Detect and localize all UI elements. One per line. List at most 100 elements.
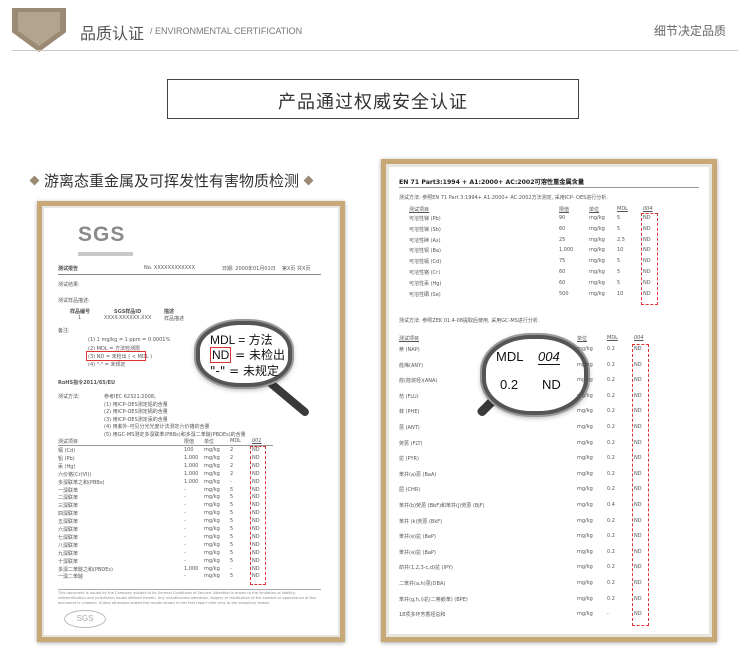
method-line: (5) 用GC-MS测定多溴联苯(PBBs)和多溴二苯醚(PBDEs)的含量 (104, 431, 246, 438)
table-cell: ND (643, 247, 651, 254)
table-cell: 0.2 (607, 377, 615, 384)
table-cell: 六价铬(Cr(VI)) (58, 471, 92, 478)
magnifier-lens: MDL 004 0.2 ND (482, 335, 588, 415)
table-cell: 三溴联苯 (58, 503, 79, 510)
section-label-text: 游离态重金属及可挥发性有害物质检测 (44, 172, 300, 190)
diamond-icon (29, 175, 40, 186)
table-cell: ND (634, 611, 642, 618)
table-cell: ND (634, 408, 642, 415)
table-cell: mg/kg (589, 290, 605, 297)
right-certificate-paper: EN 71 Part3:1994 + A1:2000+ AC:2002可溶性重金… (389, 167, 709, 634)
right-method-2: 测试方法: 参照ZEK 01.4-08提取后使用, 采用GC-MS进行分析. (399, 318, 540, 324)
table-cell: ND (634, 361, 642, 368)
table-cell: 二溴联苯 (58, 495, 79, 502)
table-cell: ND (252, 470, 260, 477)
table-cell: ND (643, 279, 651, 286)
table-cell: mg/kg (577, 470, 593, 477)
table-cell: 25 (559, 236, 566, 243)
sample-desc-label: 测试样品描述: (58, 298, 90, 304)
table-cell: - (184, 510, 186, 517)
table-cell: 5 (230, 549, 234, 556)
table-cell: mg/kg (204, 494, 220, 501)
table-cell: mg/kg (204, 462, 220, 469)
method-line: 参考IEC 62321:2008。 (104, 394, 160, 400)
sgs-logo: SGS (78, 223, 126, 246)
method-line: (4) 用紫外-可见分光光度计法测定六价铬的含量 (104, 424, 210, 430)
right-certificate-frame: EN 71 Part3:1994 + A1:2000+ AC:2002可溶性重金… (381, 159, 717, 642)
table-cell: 5 (230, 502, 234, 509)
table-cell: mg/kg (204, 447, 220, 453)
table-header: 001 (252, 438, 262, 444)
table-cell: ND (252, 565, 260, 572)
table-cell: 五溴联苯 (58, 519, 79, 526)
table-cell: 九溴联苯 (58, 550, 79, 557)
table-cell: 苯并 (k)荧蒽 (BkF) (399, 518, 443, 525)
table-cell: 1,000 (184, 454, 199, 461)
table-cell: 0.2 (607, 517, 615, 524)
table-cell: 0.2 (607, 580, 615, 586)
table-cell: ND (634, 580, 642, 586)
table-cell: 100 (184, 447, 194, 453)
table-cell: ND (252, 541, 260, 548)
table-cell: mg/kg (577, 392, 593, 399)
table-cell: ND (634, 392, 642, 399)
right-method-1: 测试方法: 参照EN 71 Part 3:1994+ A1:2000+ AC:2… (399, 195, 608, 201)
table-cell: 0.2 (607, 455, 615, 462)
table-header: 004 (634, 335, 644, 341)
table-header: MDL (607, 335, 618, 341)
table-cell: 镉 (Cd) (58, 448, 76, 454)
table-cell: 苯并(e)芘 (BeP) (399, 534, 436, 541)
table-cell: mg/kg (204, 533, 220, 540)
table-cell: 5 (230, 518, 234, 525)
table-cell: ND (634, 346, 642, 352)
table-cell: 二苯并(a,h)蒽(DBA) (399, 581, 446, 587)
left-certificate-frame: SGS 测试报告 No. XXXXXXXXXXXX 日期: 2000年01月01… (37, 201, 345, 642)
table-cell: 荧蒽 (FLT) (399, 440, 423, 447)
table-cell: 汞 (Hg) (58, 463, 76, 470)
table-cell: mg/kg (204, 526, 220, 532)
table-cell: - (184, 541, 186, 548)
headline-text: 产品通过权威安全认证 (278, 92, 468, 113)
table-cell: 60 (559, 269, 566, 275)
table-cell: 1,000 (184, 478, 199, 485)
report-header-rule (58, 264, 321, 275)
table-cell: ND (252, 486, 260, 493)
table-cell: 2 (230, 447, 234, 453)
table-cell: mg/kg (577, 580, 593, 586)
sample-header-id: 样品编号 (70, 309, 91, 315)
lens-line-dash: "-" = 未规定 (210, 364, 280, 378)
table-cell: mg/kg (577, 346, 593, 352)
table-header: MDL (617, 206, 628, 212)
footer-text: This document is issued by the Company s… (58, 591, 317, 605)
table-cell: mg/kg (577, 595, 593, 602)
table-cell: mg/kg (204, 478, 220, 485)
table-cell: mg/kg (577, 533, 593, 540)
table-cell: mg/kg (577, 502, 593, 508)
table-cell: mg/kg (589, 247, 605, 254)
table-cell: 5 (617, 215, 621, 221)
table-cell: 可溶性砷 (As) (409, 237, 441, 244)
table-cell: mg/kg (204, 486, 220, 493)
lens-sample-header: 004 (538, 349, 560, 365)
table-cell: ND (252, 510, 260, 517)
sample-header-sgs-id: SGS样品ID (114, 309, 142, 315)
table-cell: ND (643, 225, 651, 232)
sample-header-desc: 描述 (164, 309, 175, 315)
table-cell: 5 (230, 510, 234, 517)
table-cell: mg/kg (204, 518, 220, 525)
table-cell: 多溴联苯之和(PBBs) (58, 479, 105, 486)
table-cell: 0.2 (607, 548, 615, 555)
lens-line-nd: ND = 未检出 (210, 346, 285, 363)
table-cell: mg/kg (204, 549, 220, 556)
table-cell: - (184, 494, 186, 501)
table-cell: 60 (559, 279, 566, 286)
table-cell: mg/kg (204, 502, 220, 509)
table-cell: 18项多环芳香烃总和 (399, 612, 446, 619)
table-cell: 5 (617, 225, 621, 232)
method-line: (2) 用ICP-OES测定镉的含量 (104, 409, 168, 415)
note-3-highlight (86, 351, 146, 361)
table-cell: mg/kg (577, 517, 593, 524)
table-cell: ND (634, 595, 642, 602)
table-cell: 十溴联苯 (58, 558, 79, 565)
table-cell: 茚并(1,2,3-c,d)芘 (IPY) (399, 565, 453, 572)
